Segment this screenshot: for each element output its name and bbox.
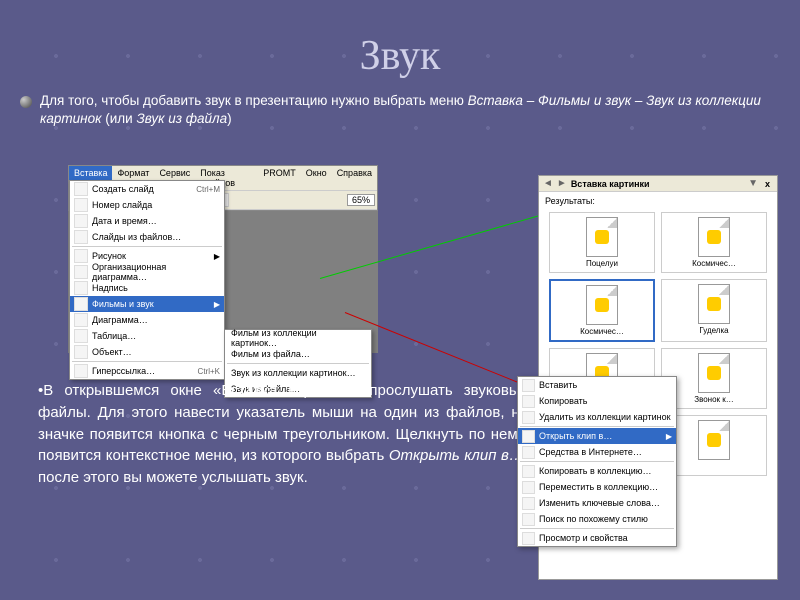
sound-file-icon (586, 217, 618, 257)
dd-chart[interactable]: Диаграмма… (70, 312, 224, 328)
sound-file-icon (698, 353, 730, 393)
forward-icon[interactable]: ► (557, 178, 567, 189)
dd-movies-sound[interactable]: Фильмы и звук▶ (70, 296, 224, 312)
table-icon (74, 329, 88, 343)
ctx-properties[interactable]: Просмотр и свойства (518, 530, 676, 546)
menu-screenshot: Вставка Формат Сервис Показ слайдов PROM… (68, 165, 378, 211)
dd-object[interactable]: Объект… (70, 344, 224, 360)
ctx-open-clip[interactable]: Открыть клип в…▶ (518, 428, 676, 444)
sound-file-icon (698, 420, 730, 460)
sound-file-icon (698, 284, 730, 324)
lead-text: Для того, чтобы добавить звук в презента… (40, 92, 780, 128)
blank-icon (74, 198, 88, 212)
ctx-copy[interactable]: Копировать (518, 393, 676, 409)
blank-icon (522, 379, 535, 392)
folder-icon (522, 465, 535, 478)
bullet-icon (20, 96, 32, 108)
ctx-keywords[interactable]: Изменить ключевые слова… (518, 495, 676, 511)
ctx-similar[interactable]: Поиск по похожему стилю (518, 511, 676, 527)
folder-icon (522, 481, 535, 494)
blank-icon (522, 532, 535, 545)
sound-file-icon (586, 285, 618, 325)
sub-movie-file[interactable]: Фильм из файла… (225, 346, 371, 362)
separator (520, 426, 674, 427)
ctx-delete[interactable]: Удалить из коллекции картинок (518, 409, 676, 425)
slide-icon (74, 182, 88, 196)
separator (520, 461, 674, 462)
separator (520, 528, 674, 529)
ctx-insert[interactable]: Вставить (518, 377, 676, 393)
close-icon[interactable]: x (762, 179, 773, 189)
dd-slides-from-files[interactable]: Слайды из файлов… (70, 229, 224, 245)
ctx-copy-to[interactable]: Копировать в коллекцию… (518, 463, 676, 479)
dd-org-chart[interactable]: Организационная диаграмма… (70, 264, 224, 280)
menu-promt[interactable]: PROMT (258, 166, 301, 190)
blank-icon (74, 230, 88, 244)
dd-hyperlink[interactable]: Гиперссылка…Ctrl+K (70, 363, 224, 379)
panel-titlebar: ◄ ► Вставка картинки ▼ x (539, 176, 777, 192)
clip-thumb[interactable]: Гуделка (661, 279, 767, 342)
orgchart-icon (74, 265, 88, 279)
dd-table[interactable]: Таблица… (70, 328, 224, 344)
clip-thumb[interactable]: Космичес… (661, 212, 767, 273)
chevron-right-icon: ▶ (214, 300, 220, 309)
link-icon (74, 364, 88, 378)
clip-thumb-selected[interactable]: Космичес… (549, 279, 655, 342)
body-paragraph: •В открывшемся окне «Вставка картинки» п… (38, 380, 528, 489)
menu-window[interactable]: Окно (301, 166, 332, 190)
back-icon[interactable]: ◄ (543, 178, 553, 189)
clip-thumb[interactable]: Поцелуи (549, 212, 655, 273)
blank-icon (74, 345, 88, 359)
blank-icon (74, 214, 88, 228)
panel-title: Вставка картинки (571, 179, 748, 189)
dropdown-icon[interactable]: ▼ (748, 178, 758, 189)
insert-dropdown: Создать слайдCtrl+M Номер слайда Дата и … (69, 180, 225, 380)
chart-icon (74, 313, 88, 327)
context-menu: Вставить Копировать Удалить из коллекции… (517, 376, 677, 547)
picture-icon (74, 249, 88, 263)
dd-new-slide[interactable]: Создать слайдCtrl+M (70, 181, 224, 197)
globe-icon (522, 446, 535, 459)
results-label: Результаты: (545, 196, 771, 206)
zoom-box[interactable]: 65% (347, 194, 375, 206)
blank-icon (522, 497, 535, 510)
dd-textbox[interactable]: Надпись (70, 280, 224, 296)
blank-icon (522, 513, 535, 526)
dd-date-time[interactable]: Дата и время… (70, 213, 224, 229)
copy-icon (522, 395, 535, 408)
separator (72, 246, 222, 247)
sub-sound-gallery[interactable]: Звук из коллекции картинок… (225, 365, 371, 381)
lead-bullet-row: Для того, чтобы добавить звук в презента… (0, 80, 800, 128)
slide-title: Звук (0, 0, 800, 80)
blank-icon (74, 297, 88, 311)
ctx-move-to[interactable]: Переместить в коллекцию… (518, 479, 676, 495)
textbox-icon (74, 281, 88, 295)
insert-picture-panel: ◄ ► Вставка картинки ▼ x Результаты: Поц… (538, 175, 778, 580)
delete-icon (522, 411, 535, 424)
sub-movie-gallery[interactable]: Фильм из коллекции картинок… (225, 330, 371, 346)
separator (227, 363, 369, 364)
ctx-web-tools[interactable]: Средства в Интернете… (518, 444, 676, 460)
sound-file-icon (698, 217, 730, 257)
menu-help[interactable]: Справка (332, 166, 377, 190)
dd-slide-number[interactable]: Номер слайда (70, 197, 224, 213)
chevron-right-icon: ▶ (666, 432, 672, 441)
chevron-right-icon: ▶ (214, 252, 220, 261)
separator (72, 361, 222, 362)
blank-icon (522, 430, 535, 443)
